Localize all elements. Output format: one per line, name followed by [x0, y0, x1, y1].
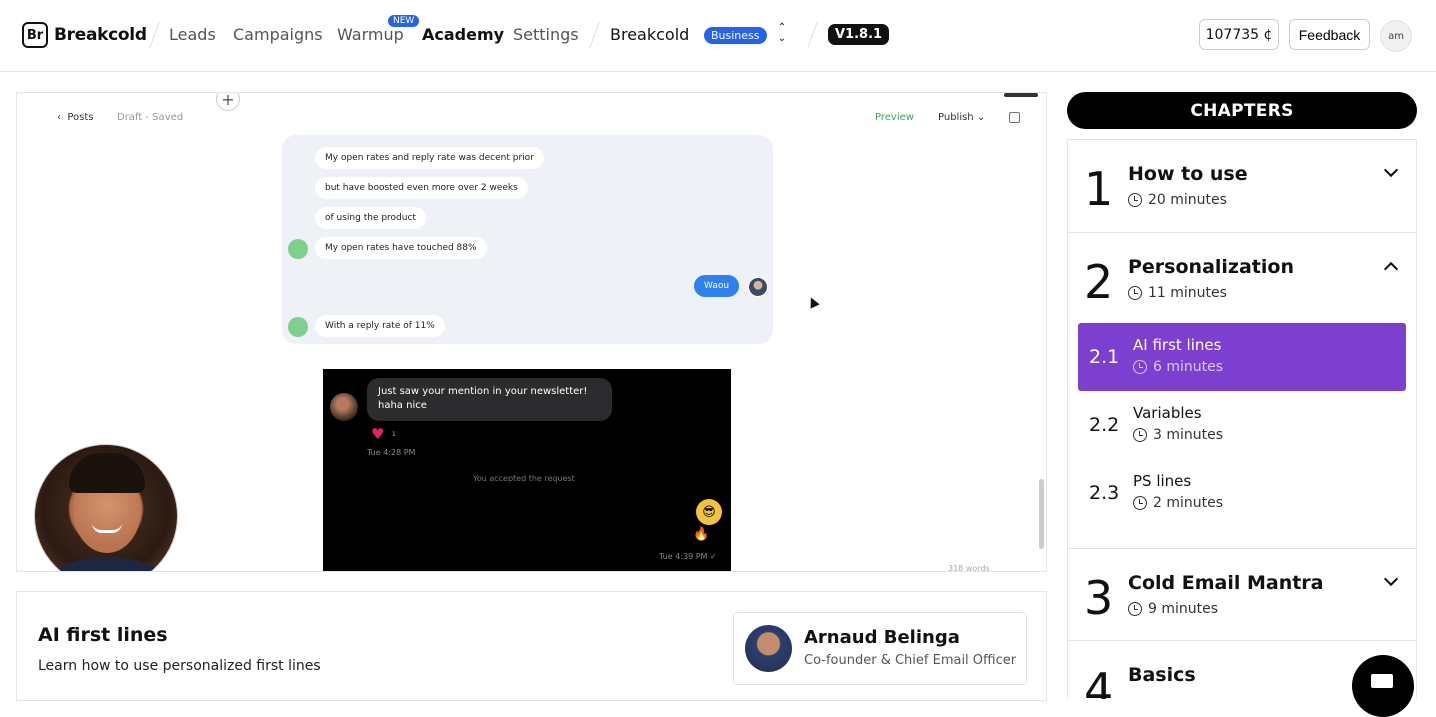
lesson-number: 2.1: [1089, 346, 1120, 368]
clock-icon: [1133, 360, 1147, 374]
dm-timestamp: Tue 4:28 PM: [367, 448, 416, 457]
lesson-video[interactable]: + ‹ Posts Draft - Saved Preview Publish …: [16, 92, 1047, 572]
version-badge: V1.8.1: [828, 24, 890, 45]
draft-status: Draft - Saved: [117, 112, 184, 123]
nav-divider: [149, 22, 160, 48]
reply-avatar: [748, 277, 768, 297]
lesson-title: Variables: [1133, 404, 1202, 422]
lesson-info-card: AI first lines Learn how to use personal…: [16, 591, 1047, 701]
dm-screenshot: Just saw your mention in your newsletter…: [323, 369, 731, 571]
chapter-duration: 11 minutes: [1128, 285, 1227, 301]
dm-timestamp: Tue 4:39 PM ✓: [659, 552, 717, 561]
posts-back-link: ‹ Posts: [57, 112, 94, 123]
clock-icon: [1128, 602, 1142, 616]
logo-text: Breakcold: [54, 25, 147, 45]
heart-icon: ♥: [371, 425, 385, 443]
nav-divider: [589, 22, 600, 48]
author-name: Arnaud Belinga: [804, 627, 960, 648]
reaction-count: 1: [392, 431, 396, 438]
mouse-cursor-icon: [806, 295, 820, 309]
lesson-number: 2.3: [1089, 482, 1120, 504]
lesson-title: PS lines: [1133, 472, 1192, 490]
chapter-3[interactable]: 3 Cold Email Mantra 9 minutes: [1068, 549, 1416, 641]
author-card: Arnaud Belinga Co-founder & Chief Email …: [733, 612, 1027, 685]
publish-menu: Publish ⌄: [938, 112, 986, 123]
preview-link: Preview: [875, 112, 914, 123]
lesson-item-variables[interactable]: 2.2 Variables 3 minutes: [1078, 391, 1406, 459]
clock-icon: [1133, 428, 1147, 442]
workspace-switch-icon[interactable]: ⌃ ⌄: [774, 22, 790, 48]
credits-counter[interactable]: 107735 ¢: [1199, 19, 1279, 50]
nav-divider: [807, 22, 818, 48]
video-progress-marker: [1004, 93, 1038, 97]
nav-campaigns[interactable]: Campaigns: [233, 25, 323, 44]
lesson-item-ps-lines[interactable]: 2.3 PS lines 2 minutes: [1078, 459, 1406, 527]
lesson-description: Learn how to use personalized first line…: [38, 658, 321, 674]
sunglasses-emoji-icon: 😎: [696, 499, 722, 525]
chevron-down-icon[interactable]: [1383, 571, 1399, 587]
plan-badge: Business: [704, 27, 767, 44]
sender-avatar: [288, 239, 308, 259]
author-avatar: [745, 625, 792, 672]
video-scrollbar: [1039, 479, 1044, 549]
dm-request-status: You accepted the request: [473, 474, 575, 483]
chapters-list: 1 How to use 20 minutes 2 Personalizatio…: [1067, 139, 1417, 699]
lesson-item-ai-first-lines[interactable]: 2.1 AI first lines 6 minutes: [1078, 323, 1406, 391]
user-avatar[interactable]: am: [1380, 20, 1412, 52]
dm-message: Just saw your mention in your newsletter…: [367, 378, 612, 421]
top-navigation: Br Breakcold Leads Campaigns Warmup NEW …: [0, 0, 1436, 72]
chat-message: With a reply rate of 11%: [315, 315, 445, 337]
nav-academy[interactable]: Academy: [422, 25, 504, 44]
chat-reply: Waou: [694, 275, 740, 297]
lesson-duration: 3 minutes: [1133, 427, 1223, 443]
clock-icon: [1133, 496, 1147, 510]
nav-settings[interactable]: Settings: [513, 25, 579, 44]
feedback-button[interactable]: Feedback: [1289, 19, 1370, 50]
sidebar-toggle-icon: [1009, 112, 1020, 123]
chat-message: My open rates have touched 88%: [315, 237, 487, 259]
nav-warmup[interactable]: Warmup: [337, 25, 404, 44]
testimonial-chat: My open rates and reply rate was decent …: [282, 135, 773, 344]
chapter-number: 1: [1084, 162, 1114, 216]
chapter-title: How to use: [1128, 163, 1248, 185]
fire-emoji-icon: 🔥: [693, 527, 710, 542]
chapter-number: 3: [1084, 571, 1114, 625]
chapter-2[interactable]: 2 Personalization 11 minutes 2.1 AI firs…: [1068, 233, 1416, 549]
chapter-duration: 20 minutes: [1128, 192, 1227, 208]
lesson-duration: 6 minutes: [1133, 359, 1223, 375]
logo-mark: Br: [22, 22, 48, 48]
workspace-name[interactable]: Breakcold: [610, 25, 689, 44]
chapter-number: 2: [1084, 255, 1114, 309]
author-role: Co-founder & Chief Email Officer: [804, 653, 1017, 668]
dm-avatar: [330, 393, 358, 421]
lesson-number: 2.2: [1089, 414, 1120, 436]
clock-icon: [1128, 286, 1142, 300]
clock-icon: [1128, 193, 1142, 207]
presenter-webcam: [34, 444, 178, 571]
word-count: 318 words: [948, 564, 990, 572]
chapter-title: Basics: [1128, 664, 1196, 686]
chevron-down-icon[interactable]: [1383, 162, 1399, 178]
support-chat-icon[interactable]: [1352, 655, 1414, 717]
chapter-title: Cold Email Mantra: [1128, 572, 1324, 594]
chat-message: but have boosted even more over 2 weeks: [315, 177, 528, 199]
chapter-title: Personalization: [1128, 256, 1294, 278]
lesson-title: AI first lines: [38, 624, 168, 646]
new-badge: NEW: [388, 15, 420, 27]
breakcold-logo[interactable]: Br Breakcold: [22, 22, 147, 48]
chapter-number: 4: [1084, 663, 1114, 699]
add-block-icon: +: [216, 93, 240, 111]
sender-avatar: [288, 317, 308, 337]
chapter-duration: 9 minutes: [1128, 601, 1218, 617]
lesson-duration: 2 minutes: [1133, 495, 1223, 511]
nav-leads[interactable]: Leads: [169, 25, 216, 44]
chevron-up-icon[interactable]: [1383, 261, 1399, 277]
chat-message: My open rates and reply rate was decent …: [315, 147, 544, 169]
chapters-header: CHAPTERS: [1067, 92, 1417, 129]
chapter-1[interactable]: 1 How to use 20 minutes: [1068, 140, 1416, 233]
chat-message: of using the product: [315, 207, 426, 229]
lesson-title: AI first lines: [1133, 336, 1222, 354]
